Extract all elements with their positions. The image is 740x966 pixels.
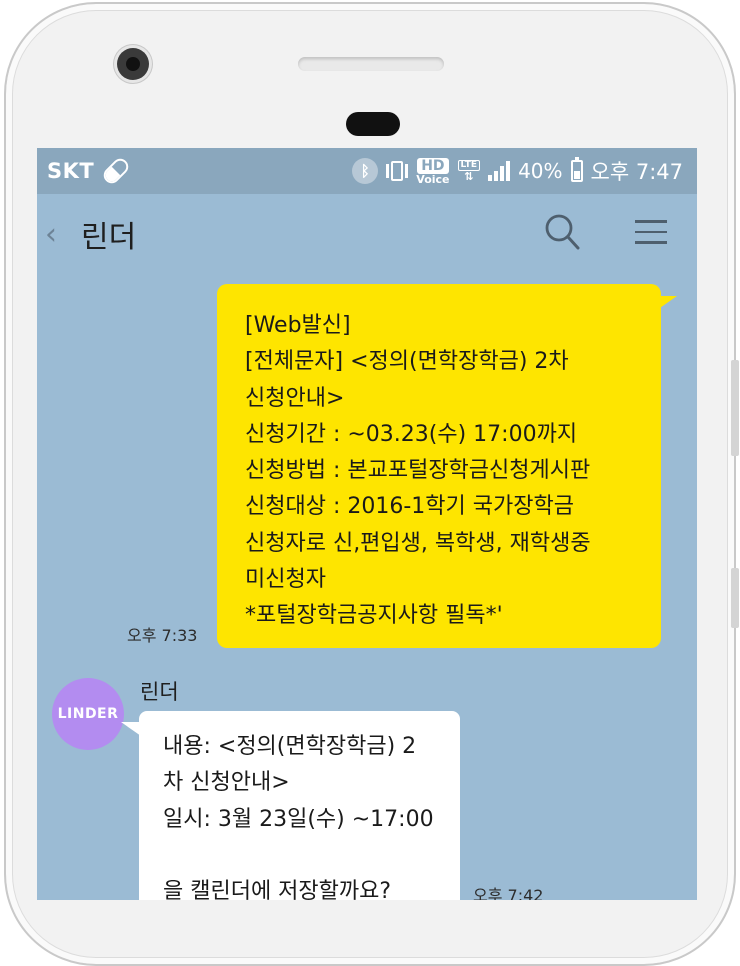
vibrate-icon	[386, 161, 409, 181]
menu-icon[interactable]	[635, 220, 667, 244]
avatar[interactable]: LINDER	[52, 678, 124, 750]
message-line: 신청기간 : ~03.23(수) 17:00까지	[245, 421, 578, 447]
carrier-label: SKT	[47, 159, 95, 183]
back-icon[interactable]: ‹	[45, 217, 71, 252]
voice-label: Voice	[416, 172, 450, 186]
message-line: 신청안내>	[245, 385, 345, 411]
message-line: [전체문자] <정의(면학장학금) 2차	[245, 349, 569, 375]
power-button	[731, 568, 739, 628]
hd-voice-icon: HD Voice	[416, 157, 450, 186]
proximity-sensor	[346, 112, 400, 136]
signal-icon	[488, 161, 511, 181]
message-line: 내용: <정의(면학장학금) 2	[163, 734, 417, 759]
lte-icon: LTE ⇅	[457, 160, 481, 182]
search-icon[interactable]	[544, 213, 580, 251]
message-line: [Web발신]	[245, 313, 351, 338]
message-line: *포털장학금공지사항 필독*'	[245, 603, 503, 629]
status-clock: 오후 7:47	[590, 160, 683, 184]
message-line: 을 캘린더에 저장할까요?	[163, 879, 392, 900]
sender-name: 린더	[140, 680, 179, 704]
sent-message-bubble[interactable]: [Web발신] [전체문자] <정의(면학장학금) 2차신청안내> 신청기간 : ~…	[217, 284, 661, 648]
received-message-time: 오후 7:42	[473, 886, 544, 900]
sent-message-time: 오후 7:33	[127, 626, 198, 645]
message-line: 신청자로 신,편입생, 복학생, 재학생중	[245, 530, 591, 556]
message-line: 신청방법 : 본교포털장학금신청게시판	[245, 458, 591, 484]
sent-bubble-tail	[657, 296, 677, 310]
screen: SKT ᛒ HD Voice LTE ⇅ 40% 오후 7:47 ‹ 린더 [W…	[37, 148, 697, 900]
chat-title: 린더	[81, 220, 137, 255]
message-line: 미신청자	[245, 567, 326, 593]
avatar-label: LINDER	[57, 706, 119, 722]
status-bar: SKT ᛒ HD Voice LTE ⇅ 40% 오후 7:47	[37, 148, 697, 194]
pill-icon	[100, 155, 132, 187]
battery-icon	[570, 157, 583, 182]
chat-header: ‹ 린더	[37, 194, 697, 274]
message-line: ​	[163, 838, 450, 874]
received-message-bubble[interactable]: 내용: <정의(면학장학금) 2 차 신청안내> 일시: 3월 23일(수) ~17…	[139, 711, 460, 900]
hd-label: HD	[417, 157, 449, 174]
received-bubble-tail	[121, 722, 141, 736]
message-line: 일시: 3월 23일(수) ~17:00	[163, 806, 434, 832]
volume-button	[731, 360, 739, 456]
bluetooth-icon: ᛒ	[352, 158, 379, 184]
message-line: 신청대상 : 2016-1학기 국가장학금	[245, 494, 574, 520]
message-line: 차 신청안내>	[163, 770, 290, 796]
battery-percent: 40%	[518, 159, 563, 183]
front-camera	[117, 48, 149, 80]
earpiece-speaker	[298, 57, 444, 71]
